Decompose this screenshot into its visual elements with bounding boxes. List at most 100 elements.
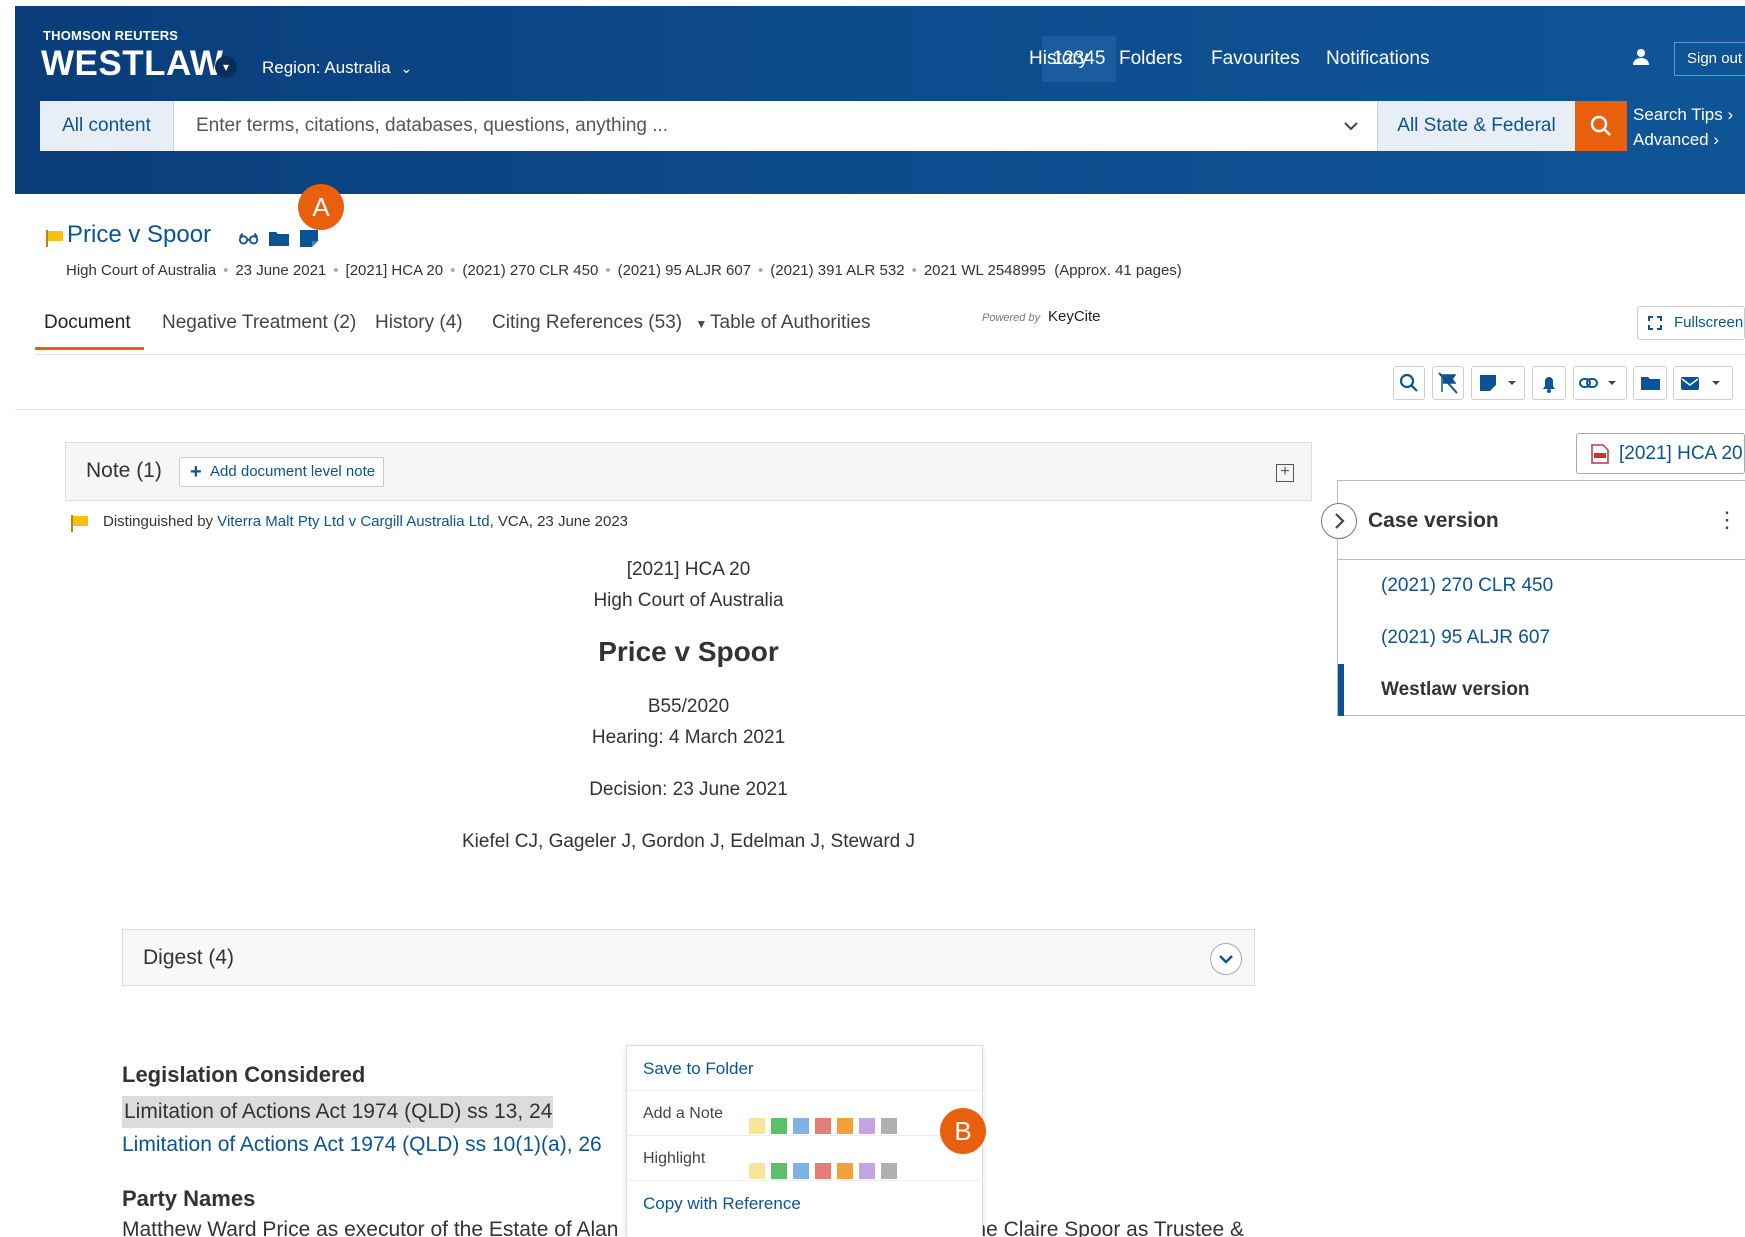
body-citation: [2021] HCA 20 bbox=[626, 559, 751, 580]
pdf-icon bbox=[1591, 444, 1609, 464]
add-note-option[interactable]: Add a Note bbox=[627, 1091, 984, 1136]
body-title: Price v Spoor bbox=[598, 636, 779, 667]
body-file-number: B55/2020 bbox=[647, 696, 730, 717]
flag-off-button[interactable] bbox=[1432, 366, 1464, 400]
case-version-panel: Case version ⋮ (2021) 270 CLR 450 (2021)… bbox=[1337, 480, 1745, 716]
note-color-swatches bbox=[749, 1107, 903, 1134]
nav-favourites[interactable]: Favourites bbox=[1211, 48, 1300, 70]
search-icon bbox=[1590, 115, 1611, 136]
pdf-citation-button[interactable]: [2021] HCA 20 bbox=[1576, 433, 1745, 474]
westlaw-logo[interactable]: WESTLAW bbox=[41, 44, 223, 84]
product-switch-icon[interactable]: ▾ bbox=[215, 56, 237, 78]
citation-line: High Court of Australia • 23 June 2021 • [20… bbox=[66, 262, 1182, 279]
keycite-logo: KeyCite bbox=[1048, 308, 1101, 325]
save-to-folder-option[interactable]: Save to Folder bbox=[627, 1046, 984, 1091]
color-swatch-grey[interactable] bbox=[881, 1163, 897, 1179]
note-icon bbox=[1480, 375, 1516, 391]
color-swatch-red[interactable] bbox=[815, 1118, 831, 1134]
region-selector[interactable]: Region: Australia ⌄ bbox=[262, 58, 412, 78]
search-icon bbox=[1399, 373, 1418, 392]
color-swatch-red[interactable] bbox=[815, 1163, 831, 1179]
note-icon[interactable] bbox=[298, 229, 320, 247]
copy-with-reference-option[interactable]: Copy with Reference bbox=[627, 1181, 984, 1226]
color-swatch-green[interactable] bbox=[771, 1118, 787, 1134]
toolbar-divider bbox=[15, 409, 1745, 410]
version-westlaw-selected[interactable]: Westlaw version bbox=[1338, 664, 1745, 716]
flag-off-icon bbox=[1438, 372, 1458, 394]
search-input[interactable] bbox=[174, 101, 1377, 151]
selection-popup-menu: Save to Folder Add a Note Highlight Copy… bbox=[626, 1045, 984, 1237]
version-clr-link[interactable]: (2021) 270 CLR 450 bbox=[1338, 560, 1745, 612]
callout-badge-b: B bbox=[940, 1108, 986, 1154]
digest-panel[interactable]: Digest (4) bbox=[122, 929, 1255, 986]
yellow-flag-icon[interactable] bbox=[45, 229, 65, 247]
color-swatch-grey[interactable] bbox=[881, 1118, 897, 1134]
chevron-down-icon: ▼ bbox=[695, 317, 708, 331]
tab-table-of-authorities[interactable]: Table of Authorities bbox=[710, 312, 871, 334]
case-version-header: Case version ⋮ bbox=[1338, 481, 1745, 560]
content-scope-button[interactable]: All content bbox=[40, 101, 174, 151]
user-icon[interactable] bbox=[1631, 47, 1651, 67]
tab-document[interactable]: Document bbox=[44, 312, 131, 334]
link-icon bbox=[1579, 378, 1616, 388]
email-icon bbox=[1681, 377, 1720, 390]
color-swatch-yellow[interactable] bbox=[749, 1118, 765, 1134]
highlighted-legislation[interactable]: Limitation of Actions Act 1974 (QLD) ss … bbox=[122, 1096, 553, 1128]
tab-history[interactable]: History (4) bbox=[375, 312, 463, 334]
plus-icon: + bbox=[190, 461, 202, 483]
tab-citing-references[interactable]: Citing References (53) ▼ bbox=[492, 312, 707, 334]
glasses-icon[interactable] bbox=[238, 229, 260, 247]
folder-icon[interactable] bbox=[268, 229, 290, 247]
highlight-option[interactable]: Highlight bbox=[627, 1136, 984, 1181]
save-folder-button[interactable] bbox=[1633, 366, 1667, 400]
distinguished-by-line: Distinguished by Viterra Malt Pty Ltd v … bbox=[103, 513, 629, 530]
nav-folders[interactable]: Folders bbox=[1119, 48, 1182, 70]
nav-notifications[interactable]: Notifications bbox=[1326, 48, 1430, 70]
delivery-menu-button[interactable] bbox=[1673, 366, 1733, 400]
body-decision-date: Decision: 23 June 2021 bbox=[589, 779, 788, 800]
nav-history[interactable]: History bbox=[1029, 48, 1088, 70]
tab-negative-treatment[interactable]: Negative Treatment (2) bbox=[162, 312, 356, 334]
brand-top: THOMSON REUTERS bbox=[43, 28, 179, 43]
color-swatch-purple[interactable] bbox=[859, 1163, 875, 1179]
search-tips-link[interactable]: Search Tips › bbox=[1633, 102, 1733, 127]
legislation-link[interactable]: Limitation of Actions Act 1974 (QLD) ss … bbox=[122, 1133, 602, 1157]
sign-out-button[interactable]: Sign out bbox=[1674, 42, 1745, 76]
color-swatch-orange[interactable] bbox=[837, 1118, 853, 1134]
body-court: High Court of Australia bbox=[593, 590, 784, 611]
bell-icon bbox=[1543, 377, 1555, 393]
highlight-color-swatches bbox=[749, 1152, 903, 1179]
folder-icon bbox=[1641, 377, 1660, 390]
color-swatch-blue[interactable] bbox=[793, 1163, 809, 1179]
powered-by-label: Powered by bbox=[982, 312, 1041, 324]
advanced-search-link[interactable]: Advanced › bbox=[1633, 127, 1733, 152]
add-document-note-button[interactable]: + Add document level note bbox=[179, 457, 384, 487]
chevron-down-icon[interactable] bbox=[1210, 943, 1242, 975]
distinguished-case-link[interactable]: Viterra Malt Pty Ltd v Cargill Australia… bbox=[217, 513, 489, 530]
color-swatch-blue[interactable] bbox=[793, 1118, 809, 1134]
version-aljr-link[interactable]: (2021) 95 ALJR 607 bbox=[1338, 612, 1745, 664]
chevron-down-icon[interactable] bbox=[1340, 115, 1362, 137]
party-names-heading: Party Names bbox=[122, 1186, 256, 1211]
more-options-icon[interactable]: ⋮ bbox=[1716, 507, 1738, 533]
search-within-button[interactable] bbox=[1393, 366, 1425, 400]
color-swatch-purple[interactable] bbox=[859, 1118, 875, 1134]
callout-badge-a: A bbox=[298, 184, 344, 230]
link-menu-button[interactable] bbox=[1573, 366, 1627, 400]
alert-button[interactable] bbox=[1532, 366, 1566, 400]
expand-notes-icon[interactable]: + bbox=[1276, 464, 1294, 482]
top-header: THOMSON REUTERS WESTLAW ▾ Region: Austra… bbox=[15, 6, 1745, 194]
color-swatch-yellow[interactable] bbox=[749, 1163, 765, 1179]
jurisdiction-selector[interactable]: All State & Federal bbox=[1377, 101, 1575, 151]
active-tab-indicator bbox=[35, 347, 144, 350]
expand-icon bbox=[1648, 316, 1662, 330]
collapse-panel-button[interactable] bbox=[1321, 503, 1357, 539]
color-swatch-orange[interactable] bbox=[837, 1163, 853, 1179]
app-frame: THOMSON REUTERS WESTLAW ▾ Region: Austra… bbox=[15, 6, 1745, 1237]
color-swatch-green[interactable] bbox=[771, 1163, 787, 1179]
note-menu-button[interactable] bbox=[1471, 366, 1525, 400]
fullscreen-button[interactable]: Fullscreen bbox=[1637, 306, 1745, 340]
legislation-heading: Legislation Considered bbox=[122, 1062, 366, 1087]
search-button[interactable] bbox=[1575, 101, 1627, 151]
digest-label: Digest (4) bbox=[143, 946, 235, 969]
